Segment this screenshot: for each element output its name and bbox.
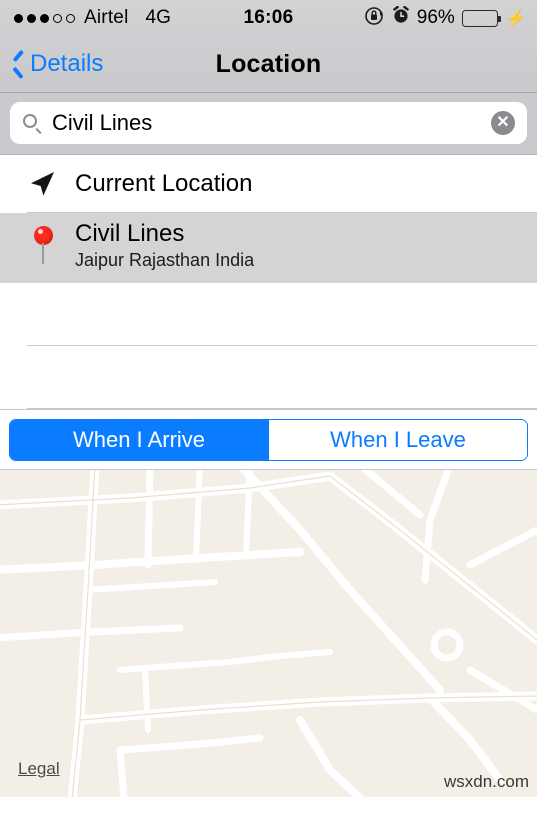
legal-link[interactable]: Legal — [18, 759, 60, 779]
search-input[interactable]: Civil Lines — [52, 110, 491, 136]
status-bar-right: 96% ⚡ — [364, 5, 537, 32]
navigation-bar: Details Location — [0, 36, 537, 93]
search-bar-container: Civil Lines ✕ — [0, 93, 537, 155]
status-bar: Airtel 4G 16:06 96% ⚡ — [0, 0, 537, 36]
watermark: wsxdn.com — [443, 772, 529, 791]
search-results-list: Current Location Civil Lines Jaipur Raja… — [0, 155, 537, 409]
result-title: Civil Lines — [75, 220, 185, 247]
list-item-empty-2 — [0, 346, 537, 409]
geofence-trigger-segmented-control[interactable]: When I Arrive When I Leave — [9, 419, 528, 461]
map-pin-icon — [27, 220, 57, 268]
list-item-current-location[interactable]: Current Location — [0, 155, 537, 213]
lightning-bolt-icon: ⚡ — [505, 8, 527, 28]
alarm-clock-icon — [392, 5, 410, 30]
map-roads — [0, 470, 537, 797]
search-icon — [22, 113, 42, 135]
segmented-control-container: When I Arrive When I Leave — [0, 409, 537, 469]
tab-when-i-arrive[interactable]: When I Arrive — [10, 420, 268, 460]
clear-search-icon[interactable]: ✕ — [491, 111, 515, 135]
page-title: Location — [215, 49, 322, 78]
list-item-search-result[interactable]: Civil Lines Jaipur Rajasthan India — [0, 213, 537, 283]
current-location-label: Current Location — [75, 170, 253, 197]
tab-when-i-leave[interactable]: When I Leave — [268, 420, 527, 460]
map-view[interactable]: MADRAMPUR JAY AMBEY COLONY Civil Line Rd… — [0, 469, 537, 797]
result-subtitle: Jaipur Rajasthan India — [75, 250, 255, 270]
battery-percentage: 96% — [416, 7, 455, 28]
navigation-arrow-icon — [27, 169, 57, 199]
list-item-empty-1 — [0, 283, 537, 346]
search-field[interactable]: Civil Lines ✕ — [10, 102, 527, 144]
battery-icon — [461, 9, 501, 27]
iphone-screen: Airtel 4G 16:06 96% ⚡ Details Location C… — [0, 0, 537, 830]
rotation-lock-icon — [364, 5, 385, 32]
